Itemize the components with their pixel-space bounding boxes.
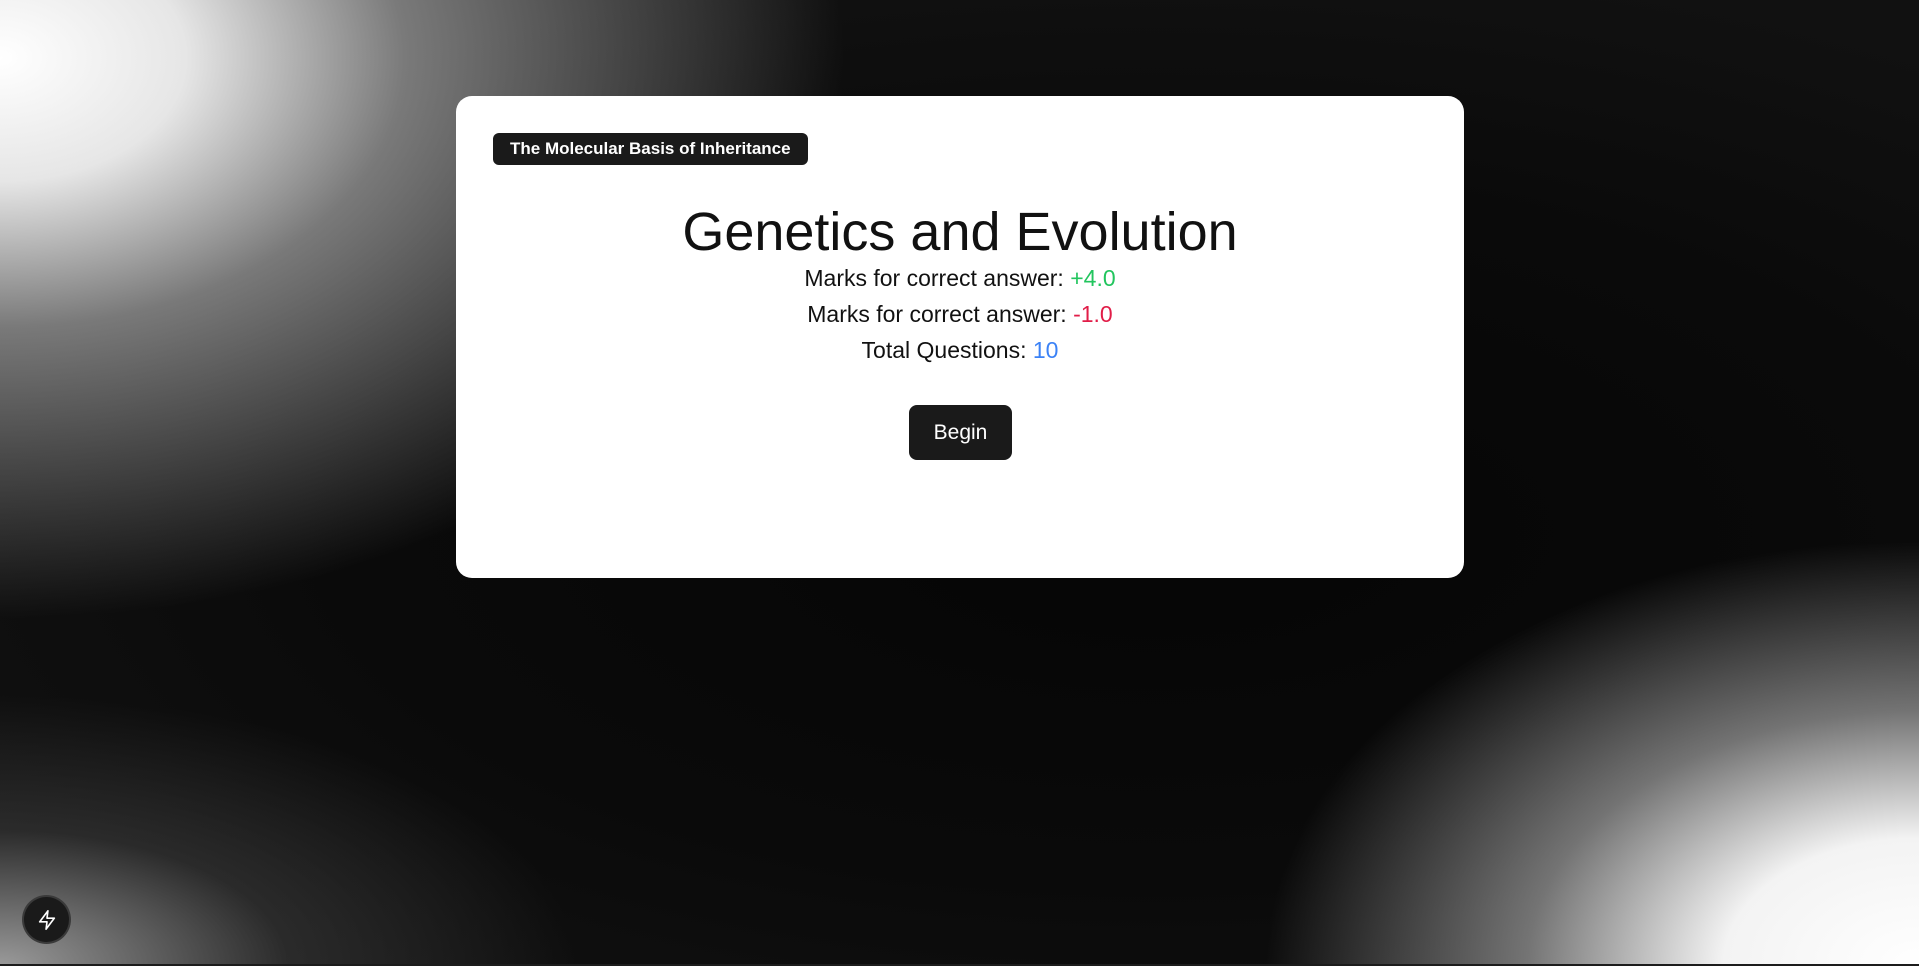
- total-questions-label: Total Questions:: [861, 337, 1033, 363]
- correct-marks-label: Marks for correct answer:: [804, 265, 1071, 291]
- lightning-bolt-icon: [36, 909, 58, 931]
- correct-marks-value: +4.0: [1070, 265, 1116, 291]
- quiz-title: Genetics and Evolution: [682, 202, 1238, 262]
- incorrect-marks-line: Marks for correct answer: -1.0: [456, 299, 1464, 329]
- incorrect-marks-label: Marks for correct answer:: [807, 301, 1074, 327]
- total-questions-value: 10: [1032, 337, 1059, 363]
- topic-tag: The Molecular Basis of Inheritance: [493, 133, 808, 165]
- total-questions-line: Total Questions: 10: [456, 335, 1464, 365]
- incorrect-marks-value: -1.0: [1073, 301, 1113, 327]
- correct-marks-line: Marks for correct answer: +4.0: [456, 263, 1464, 293]
- quick-action-button[interactable]: [24, 897, 69, 942]
- begin-button[interactable]: Begin: [909, 405, 1012, 460]
- quiz-card: The Molecular Basis of Inheritance Genet…: [456, 96, 1464, 578]
